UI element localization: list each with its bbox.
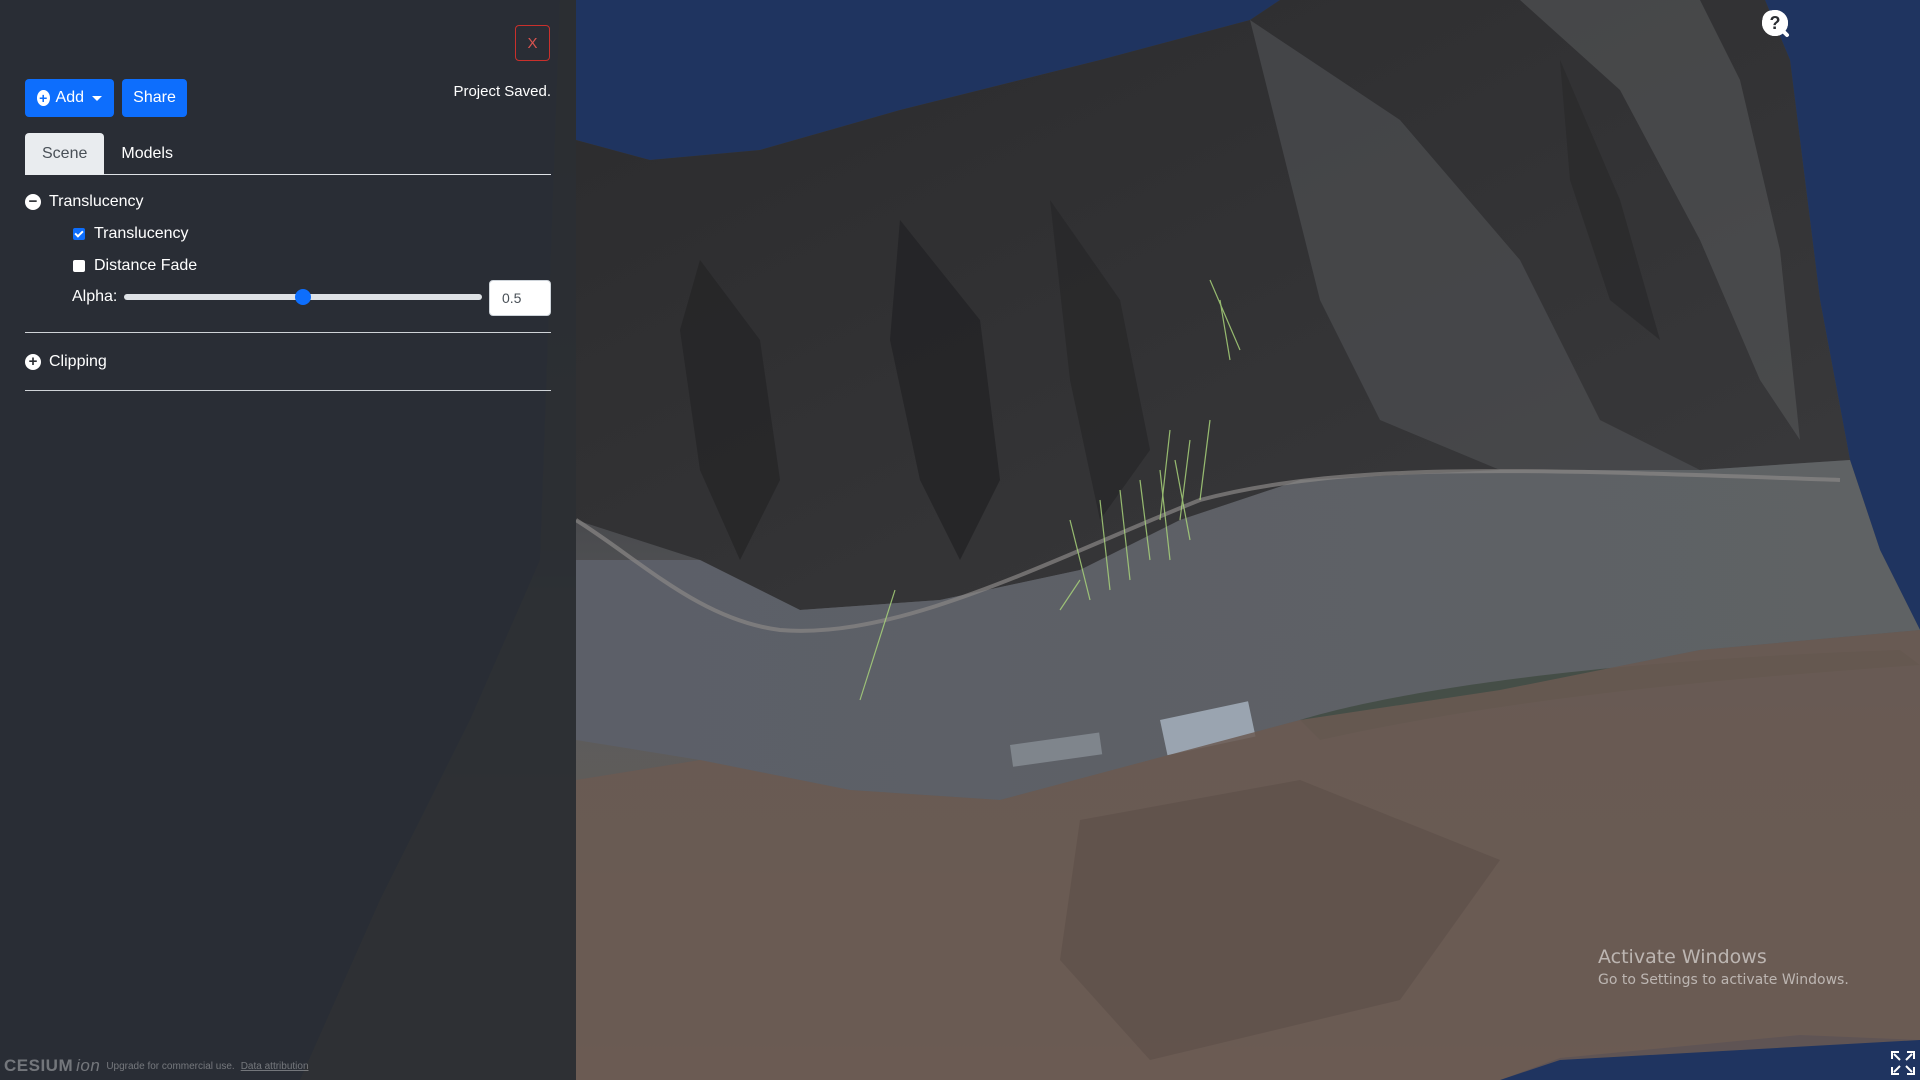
add-button-label: Add [55,89,84,106]
alpha-slider-thumb[interactable] [295,289,311,305]
distance-fade-checkbox-label: Distance Fade [94,257,198,274]
side-panel: X + Add Share Project Saved. Scene Model… [0,0,576,1080]
fullscreen-icon[interactable] [1890,1050,1916,1076]
logo-main: CESIUM [4,1056,74,1075]
watermark-title: Activate Windows [1598,946,1767,968]
alpha-label: Alpha: [72,288,118,305]
translucency-checkbox-label: Translucency [94,225,189,242]
tab-models[interactable]: Models [104,133,190,175]
caret-down-icon [92,95,102,101]
globe-icon[interactable] [1762,8,1871,41]
home-icon[interactable] [1762,8,1832,41]
section-title-clipping: Clipping [49,353,107,370]
windows-activation-watermark: Activate Windows Go to Settings to activ… [1598,946,1849,988]
watermark-subtitle: Go to Settings to activate Windows. [1598,972,1849,988]
cesium-credits: CESIUM ion Upgrade for commercial use. D… [4,1056,309,1076]
close-button[interactable]: X [515,25,550,61]
status-text: Project Saved. [453,83,551,100]
translucency-section-header[interactable]: − Translucency [25,193,144,211]
svg-text:?: ? [1770,13,1781,33]
distance-fade-option-row: Distance Fade [73,257,197,275]
viewer-toolbar: ? [1760,8,1910,41]
alpha-slider[interactable] [124,289,482,305]
section-title-translucency: Translucency [49,193,144,210]
clipping-section-header[interactable]: + Clipping [25,353,107,371]
expand-plus-icon: + [25,354,41,370]
collapse-minus-icon: − [25,194,41,210]
translucency-option-row: Translucency [73,225,189,243]
alpha-input[interactable]: 0.5 [489,280,551,316]
tab-scene[interactable]: Scene [25,133,105,175]
add-button[interactable]: + Add [25,79,114,117]
divider [25,332,551,333]
distance-fade-checkbox[interactable] [73,260,85,272]
translucency-checkbox[interactable] [73,228,85,240]
logo-sub: ion [76,1056,101,1075]
upgrade-text[interactable]: Upgrade for commercial use. [106,1061,234,1072]
share-button[interactable]: Share [122,79,187,117]
help-icon[interactable]: ? [1762,8,1910,41]
data-attribution-link[interactable]: Data attribution [241,1061,309,1072]
cesium-ion-logo[interactable]: CESIUM ion [4,1056,100,1076]
divider [25,390,551,391]
share-button-label: Share [133,89,176,106]
plus-circle-icon: + [37,90,50,106]
panel-tabs: Scene Models [25,133,551,175]
